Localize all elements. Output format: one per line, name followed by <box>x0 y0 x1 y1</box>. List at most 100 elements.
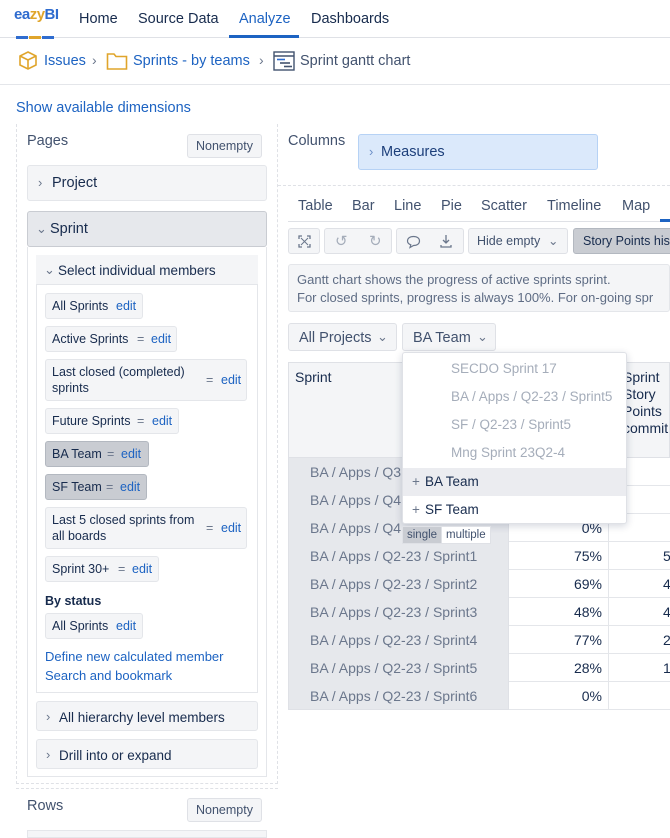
cell-value: 48% <box>573 604 602 620</box>
member-name: Future Sprints <box>52 414 131 428</box>
member-edit-link[interactable]: edit <box>116 299 136 313</box>
member-name: All Sprints <box>52 619 109 633</box>
chevron-down-icon: ⌄ <box>377 329 388 344</box>
all-hierarchy-label: All hierarchy level members <box>59 710 225 725</box>
cell-progress: 75% <box>509 542 609 570</box>
member-name: All Sprints <box>52 299 109 313</box>
tabs-divider <box>288 221 670 222</box>
comment-icon[interactable] <box>406 235 421 249</box>
rows-title: Rows <box>27 798 64 814</box>
nav-dashboards[interactable]: Dashboards <box>311 11 389 27</box>
columns-title: Columns <box>288 133 346 149</box>
tab-timeline[interactable]: Timeline <box>547 198 601 214</box>
row-header[interactable]: BA / Apps / Q2-23 / Sprint2 <box>288 570 509 598</box>
hide-empty-label: Hide empty <box>477 234 541 248</box>
plus-icon: + <box>412 474 420 489</box>
tab-bar[interactable]: Bar <box>352 198 375 214</box>
define-new-calculated-member-link[interactable]: Define new calculated member <box>45 649 223 664</box>
member-all-sprints[interactable]: All Sprints edit <box>45 293 143 319</box>
tab-line[interactable]: Line <box>394 198 421 214</box>
all-hierarchy-level-members[interactable]: › All hierarchy level members <box>36 701 258 731</box>
rows-nonempty-button[interactable]: Nonempty <box>187 798 262 822</box>
table-row: BA / Apps / Q2-23 / Sprint1 75% 5 <box>288 542 670 570</box>
row-header[interactable]: BA / Apps / Q2-23 / Sprint4 <box>288 626 509 654</box>
by-status-heading: By status <box>45 594 102 608</box>
breadcrumb-current-report: Sprint gantt chart <box>300 53 411 69</box>
tab-map[interactable]: Map <box>622 198 650 214</box>
member-edit-link[interactable]: edit <box>116 619 136 633</box>
member-active-sprints[interactable]: Active Sprints = edit <box>45 326 177 352</box>
eazybi-logo[interactable]: eazyBI <box>14 6 59 39</box>
calculated-member-icon: = <box>137 332 145 346</box>
member-last-5-closed-sprints[interactable]: Last 5 closed sprints from all boards = … <box>45 507 247 549</box>
table-row: BA / Apps / Q2-23 / Sprint4 77% 2 <box>288 626 670 654</box>
select-individual-members-header[interactable]: ⌄ Select individual members <box>36 255 258 285</box>
member-name-cont: sprints <box>52 381 89 395</box>
tab-pie[interactable]: Pie <box>441 198 462 214</box>
drill-into-or-expand[interactable]: › Drill into or expand <box>36 739 258 769</box>
fullscreen-button[interactable] <box>288 228 320 254</box>
nav-home[interactable]: Home <box>79 11 118 27</box>
story-points-history-button[interactable]: Story Points his <box>573 228 670 254</box>
member-status-all-sprints[interactable]: All Sprints edit <box>45 613 143 639</box>
member-edit-link[interactable]: edit <box>152 414 172 428</box>
pages-title: Pages <box>27 133 69 149</box>
show-available-dimensions-link[interactable]: Show available dimensions <box>16 100 191 116</box>
row-header[interactable]: BA / Apps / Q2-23 / Sprint6 <box>288 682 509 710</box>
dropdown-option[interactable]: SECDO Sprint 17 <box>403 355 626 383</box>
drill-label: Drill into or expand <box>59 748 172 763</box>
dimension-sprint[interactable]: ⌄ Sprint <box>27 211 267 247</box>
dropdown-option-ba-team[interactable]: + BA Team <box>403 468 626 496</box>
option-label: BA Team <box>425 474 479 489</box>
member-edit-link[interactable]: edit <box>221 373 241 387</box>
member-name: Last 5 closed sprints from <box>52 513 195 527</box>
member-name: Last closed (completed) <box>52 365 185 379</box>
dropdown-option-sf-team[interactable]: + SF Team <box>403 496 626 524</box>
breadcrumb-issues[interactable]: Issues <box>44 53 86 69</box>
cell-value: 4 <box>663 604 670 620</box>
nav-active-indicator <box>229 35 299 38</box>
member-edit-link[interactable]: edit <box>151 332 171 346</box>
member-edit-link[interactable]: edit <box>221 521 241 535</box>
search-and-bookmark-link[interactable]: Search and bookmark <box>45 668 172 683</box>
cell-progress: 48% <box>509 598 609 626</box>
chevron-right-icon: › <box>46 747 51 762</box>
single-selection-toggle[interactable]: single <box>402 526 443 544</box>
row-header[interactable]: BA / Apps / Q2-23 / Sprint3 <box>288 598 509 626</box>
member-edit-link[interactable]: edit <box>132 562 152 576</box>
member-ba-team[interactable]: BA Team = edit <box>45 441 149 467</box>
member-edit-link[interactable]: edit <box>120 480 140 494</box>
nav-analyze[interactable]: Analyze <box>239 11 291 27</box>
expand-icon <box>298 235 311 248</box>
tab-table[interactable]: Table <box>298 198 333 214</box>
dropdown-option[interactable]: BA / Apps / Q2-23 / Sprint5 <box>403 383 626 411</box>
multiple-selection-toggle[interactable]: multiple <box>441 526 491 544</box>
sprint-page-filter[interactable]: BA Team ⌄ <box>402 323 496 351</box>
plus-icon: + <box>412 502 420 517</box>
member-sf-team[interactable]: SF Team = edit <box>45 474 147 500</box>
hide-empty-dropdown[interactable]: Hide empty ⌄ <box>468 228 568 254</box>
chevron-right-icon: › <box>259 52 264 68</box>
member-edit-link[interactable]: edit <box>121 447 141 461</box>
pages-nonempty-button[interactable]: Nonempty <box>187 134 262 158</box>
dropdown-option[interactable]: Mng Sprint 23Q2-4 <box>403 439 626 467</box>
dimension-project[interactable]: › Project <box>27 165 267 201</box>
member-future-sprints[interactable]: Future Sprints = edit <box>45 408 179 434</box>
tab-scatter[interactable]: Scatter <box>481 198 527 214</box>
breadcrumb-sprints-by-teams[interactable]: Sprints - by teams <box>133 53 250 69</box>
export-icon[interactable] <box>439 234 453 249</box>
cell-progress: 77% <box>509 626 609 654</box>
nav-source-data[interactable]: Source Data <box>138 11 219 27</box>
measures-dimension[interactable]: › Measures <box>358 134 598 170</box>
undo-icon[interactable]: ↺ <box>335 232 348 250</box>
member-last-closed-sprints[interactable]: Last closed (completed) sprints = edit <box>45 359 247 401</box>
redo-icon[interactable]: ↻ <box>369 232 382 250</box>
select-members-label: Select individual members <box>58 263 216 278</box>
dropdown-option[interactable]: SF / Q2-23 / Sprint5 <box>403 411 626 439</box>
table-row: BA / Apps / Q2-23 / Sprint5 28% 1 <box>288 654 670 682</box>
member-sprint-30-plus[interactable]: Sprint 30+ = edit <box>45 556 159 582</box>
row-header[interactable]: BA / Apps / Q2-23 / Sprint5 <box>288 654 509 682</box>
row-header[interactable]: BA / Apps / Q2-23 / Sprint1 <box>288 542 509 570</box>
projects-page-filter[interactable]: All Projects ⌄ <box>288 323 397 351</box>
dimension-sprint-label: Sprint <box>50 221 88 237</box>
